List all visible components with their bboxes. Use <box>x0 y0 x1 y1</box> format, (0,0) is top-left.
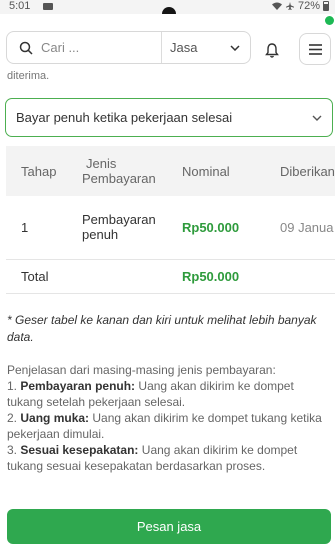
airplane-icon <box>285 2 294 10</box>
item-term: Pembayaran penuh: <box>20 379 136 393</box>
search-input[interactable]: Cari ... <box>41 32 162 63</box>
table-total-row: Total Rp50.000 <box>6 259 335 293</box>
header-payment-type: Jenis Pembayaran <box>76 146 174 196</box>
battery-icon <box>323 1 329 11</box>
cell-type-line2: penuh <box>82 227 119 243</box>
header-amount: Nominal <box>182 163 230 179</box>
explanation-intro: Penjelasan dari masing-masing jenis pemb… <box>7 363 276 377</box>
item-number: 2. <box>7 411 18 425</box>
item-number: 3. <box>7 443 18 457</box>
payment-type-value: Bayar penuh ketika pekerjaan selesai <box>16 110 233 125</box>
explanation-item-deposit: 2. Uang muka: Uang akan dikirim ke dompe… <box>7 410 332 442</box>
total-empty <box>76 259 174 293</box>
cell-given: 09 Janua <box>280 219 334 235</box>
bell-icon <box>265 42 279 58</box>
search-icon[interactable] <box>11 31 41 64</box>
item-number: 1. <box>7 379 18 393</box>
mail-icon <box>43 3 53 10</box>
item-term: Sesuai kesepakatan: <box>20 443 139 457</box>
wifi-icon <box>271 2 282 10</box>
header-type-line2: Pembayaran <box>82 171 156 186</box>
header-given: Diberikan k <box>280 163 335 179</box>
item-term: Uang muka: <box>20 411 90 425</box>
table-header-row: Tahap Jenis Pembayaran Nominal Diberikan… <box>6 146 335 196</box>
category-label: Jasa <box>170 40 198 55</box>
payment-table[interactable]: Tahap Jenis Pembayaran Nominal Diberikan… <box>6 146 335 294</box>
battery-percent: 72% <box>297 0 320 12</box>
cut-off-text: diterima. <box>7 70 50 82</box>
header-type-line1: Jenis <box>86 156 117 171</box>
scroll-note: * Geser tabel ke kanan dan kiri untuk me… <box>7 313 317 344</box>
menu-icon <box>308 43 322 55</box>
cell-amount: Rp50.000 <box>182 219 240 235</box>
search-box: Cari ... Jasa <box>6 31 251 64</box>
cell-stage: 1 <box>21 219 29 235</box>
menu-button[interactable] <box>299 33 331 65</box>
top-bar: Cari ... Jasa <box>0 14 335 70</box>
table-row: 1 Pembayaran penuh Rp50.000 09 Janua <box>6 196 335 259</box>
chevron-down-icon <box>230 44 240 51</box>
status-time: 5:01 <box>9 0 31 12</box>
cell-payment-type: Pembayaran penuh <box>76 196 174 259</box>
explanation-item-full: 1. Pembayaran penuh: Uang akan dikirim k… <box>7 378 332 410</box>
payment-explanation: Penjelasan dari masing-masing jenis pemb… <box>7 362 332 474</box>
payment-type-select[interactable]: Bayar penuh ketika pekerjaan selesai <box>5 98 333 137</box>
explanation-item-agreement: 3. Sesuai kesepakatan: Uang akan dikirim… <box>7 442 332 474</box>
notification-button[interactable] <box>260 38 284 62</box>
header-stage: Tahap <box>21 163 57 179</box>
order-service-button[interactable]: Pesan jasa <box>7 509 331 544</box>
category-select[interactable]: Jasa <box>162 32 250 63</box>
total-amount: Rp50.000 <box>182 268 240 284</box>
notification-dot <box>325 16 334 25</box>
cell-type-line1: Pembayaran <box>82 212 156 228</box>
total-given-empty <box>272 259 335 293</box>
total-label: Total <box>21 268 49 284</box>
status-indicators: 72% <box>271 0 329 12</box>
chevron-down-icon <box>312 115 322 121</box>
